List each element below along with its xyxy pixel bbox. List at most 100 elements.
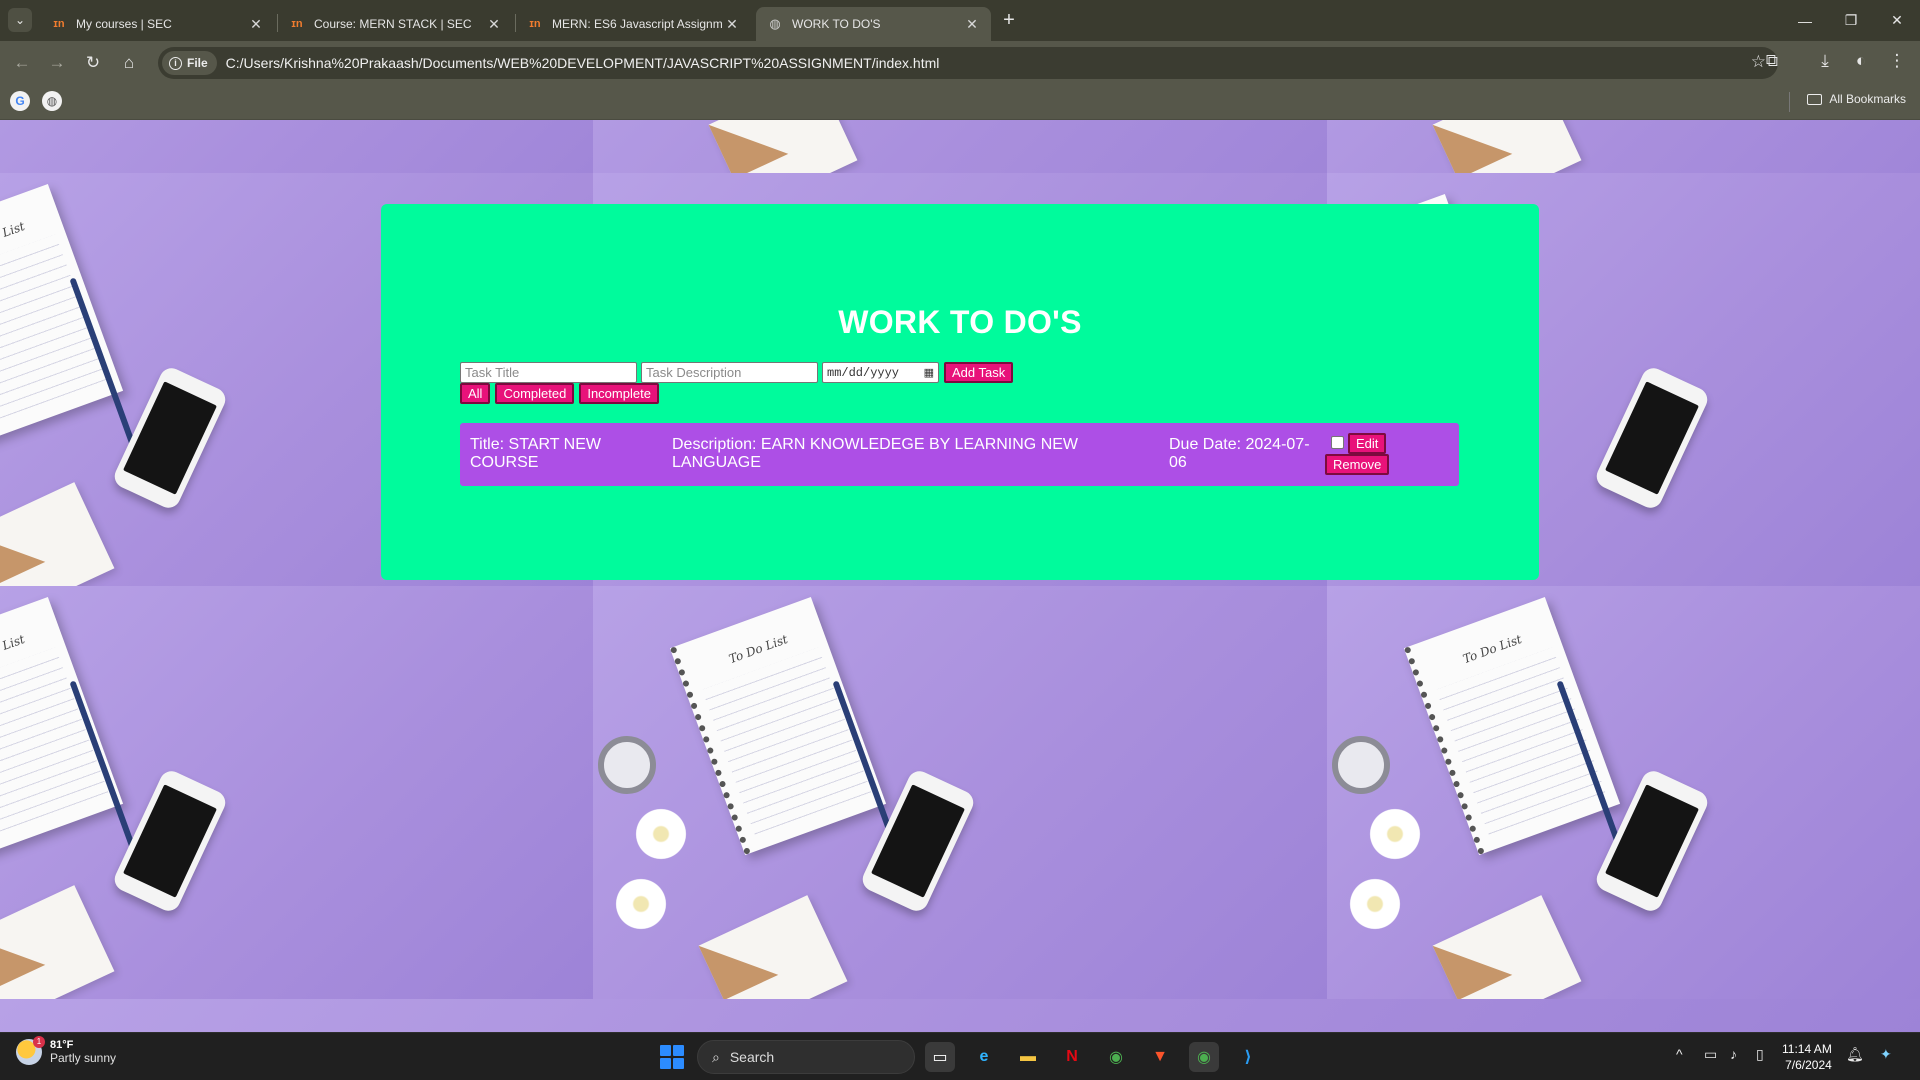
- edit-task-button[interactable]: Edit: [1348, 433, 1387, 454]
- notification-badge: 1: [33, 1036, 45, 1048]
- site-info-chip[interactable]: i File: [162, 51, 217, 75]
- background-tile: To Do List: [0, 586, 593, 999]
- profile-icon[interactable]: ◐: [1848, 51, 1874, 75]
- close-window-button[interactable]: ✕: [1874, 0, 1920, 41]
- tab-work-todos[interactable]: ◍ WORK TO DO'S ✕: [756, 7, 991, 41]
- flower-image: [633, 806, 689, 862]
- forward-icon[interactable]: →: [43, 49, 71, 77]
- brave-icon[interactable]: ▼: [1145, 1042, 1175, 1072]
- filter-buttons: All Completed Incomplete: [460, 383, 664, 404]
- copilot-icon[interactable]: ✦: [1880, 1046, 1892, 1063]
- tab-title: WORK TO DO'S: [792, 17, 881, 31]
- filter-all-button[interactable]: All: [460, 383, 491, 404]
- back-icon[interactable]: ←: [8, 49, 36, 77]
- envelope-image: [0, 885, 115, 999]
- reload-icon[interactable]: ↻: [79, 49, 107, 77]
- taskbar-search[interactable]: ⌕ Search: [697, 1040, 915, 1074]
- remove-task-button[interactable]: Remove: [1325, 454, 1390, 475]
- extensions-icon[interactable]: ⧉: [1759, 51, 1785, 75]
- course-logo-icon: ɪn: [529, 18, 541, 30]
- notebook-image: To Do List: [1403, 596, 1621, 856]
- new-tab-button[interactable]: +: [995, 9, 1023, 33]
- flower-image: [1367, 806, 1423, 862]
- tab-title: MERN: ES6 Javascript Assignme: [552, 17, 723, 31]
- notebook-image: To Do List: [0, 596, 124, 856]
- phone-image: [1592, 364, 1712, 512]
- alarm-clock-image: [598, 736, 656, 794]
- network-icon[interactable]: ▭: [1704, 1046, 1717, 1063]
- volume-icon[interactable]: ♪: [1730, 1046, 1737, 1062]
- search-label: Search: [729, 1049, 775, 1065]
- notifications-icon[interactable]: 🔔︎: [1846, 1046, 1864, 1063]
- globe-icon: ◍: [769, 16, 781, 31]
- vscode-icon[interactable]: ⟩: [1233, 1042, 1263, 1072]
- close-icon[interactable]: ✕: [723, 16, 741, 33]
- restore-button[interactable]: ❐: [1828, 0, 1874, 41]
- task-title: Title: START NEW COURSE: [470, 436, 601, 471]
- clock-date: 7/6/2024: [1785, 1058, 1832, 1072]
- close-icon[interactable]: ✕: [963, 16, 981, 33]
- filter-incomplete-button[interactable]: Incomplete: [579, 383, 659, 404]
- info-icon: i: [169, 56, 182, 70]
- globe-icon[interactable]: ◍: [42, 91, 62, 111]
- due-date-input[interactable]: mm/dd/yyyy ▦: [822, 362, 939, 383]
- home-icon[interactable]: ⌂: [115, 49, 143, 77]
- envelope-image: [1432, 895, 1582, 999]
- background-tile: To Do List: [1327, 586, 1920, 999]
- edge-icon[interactable]: e: [969, 1042, 999, 1072]
- flower-image: [613, 876, 669, 932]
- page-title: WORK TO DO'S: [838, 304, 1082, 340]
- download-icon[interactable]: ⤓: [1812, 51, 1838, 75]
- calendar-icon[interactable]: ▦: [924, 366, 934, 379]
- all-bookmarks-button[interactable]: All Bookmarks: [1807, 92, 1906, 106]
- weather-condition: Partly sunny: [50, 1051, 117, 1065]
- address-bar[interactable]: i File C:/Users/Krishna%20Prakaash/Docum…: [158, 47, 1778, 79]
- close-icon[interactable]: ✕: [485, 16, 503, 33]
- bookmarks-divider: [1789, 92, 1790, 112]
- menu-icon[interactable]: ⋮: [1884, 51, 1910, 75]
- add-task-button[interactable]: Add Task: [944, 362, 1014, 383]
- tab-title: My courses | SEC: [76, 17, 172, 31]
- tab-mern-assignment[interactable]: ɪn MERN: ES6 Javascript Assignme ✕: [516, 7, 751, 41]
- filter-completed-button[interactable]: Completed: [495, 383, 575, 404]
- envelope-image: [698, 895, 848, 999]
- url-text[interactable]: C:/Users/Krishna%20Prakaash/Documents/WE…: [226, 55, 940, 71]
- netflix-icon[interactable]: N: [1057, 1042, 1087, 1072]
- weather-temperature: 81°F: [50, 1039, 74, 1051]
- tab-my-courses[interactable]: ɪn My courses | SEC ✕: [40, 7, 275, 41]
- start-button[interactable]: [660, 1045, 684, 1069]
- clock-time: 11:14 AM: [1782, 1042, 1832, 1056]
- envelope-image: [0, 482, 115, 586]
- background-tile: To Do List: [593, 586, 1327, 999]
- flower-image: [1347, 876, 1403, 932]
- bookmarks-bar: G ◍ All Bookmarks: [0, 83, 1920, 120]
- folder-icon: [1807, 93, 1823, 105]
- task-title-input[interactable]: [460, 362, 637, 383]
- date-placeholder: mm/dd/yyyy: [827, 365, 900, 380]
- chrome-profile-icon[interactable]: ◉: [1189, 1042, 1219, 1072]
- course-logo-icon: ɪn: [53, 18, 65, 30]
- task-complete-checkbox[interactable]: [1331, 436, 1344, 449]
- weather-widget[interactable]: 1 81°F Partly sunny: [16, 1036, 117, 1065]
- task-due-date: Due Date: 2024-07-06: [1169, 436, 1310, 471]
- partly-sunny-icon: 1: [16, 1036, 45, 1065]
- file-explorer-icon[interactable]: ▬: [1013, 1042, 1043, 1072]
- minimize-button[interactable]: —: [1782, 0, 1828, 41]
- site-info-label: File: [187, 56, 208, 70]
- chevron-up-icon[interactable]: ^: [1676, 1046, 1683, 1062]
- tab-course-mern[interactable]: ɪn Course: MERN STACK | SEC ✕: [278, 7, 513, 41]
- notebook-image: To Do List: [0, 183, 124, 443]
- chrome-icon[interactable]: ◉: [1101, 1042, 1131, 1072]
- google-icon[interactable]: G: [10, 91, 30, 111]
- close-icon[interactable]: ✕: [247, 16, 265, 33]
- search-icon: ⌕: [712, 1048, 720, 1065]
- task-view-icon[interactable]: ▭: [925, 1042, 955, 1072]
- task-description-input[interactable]: [641, 362, 818, 383]
- battery-icon[interactable]: ▯: [1756, 1046, 1764, 1063]
- system-clock[interactable]: 11:14 AM 7/6/2024: [1782, 1041, 1832, 1073]
- windows-taskbar: 1 81°F Partly sunny ⌕ Search ▭ e ▬ N ◉ ▼…: [0, 1032, 1920, 1080]
- course-logo-icon: ɪn: [291, 18, 303, 30]
- tab-search-button[interactable]: ⌄: [8, 8, 32, 32]
- alarm-clock-image: [1332, 736, 1390, 794]
- all-bookmarks-label: All Bookmarks: [1829, 92, 1906, 106]
